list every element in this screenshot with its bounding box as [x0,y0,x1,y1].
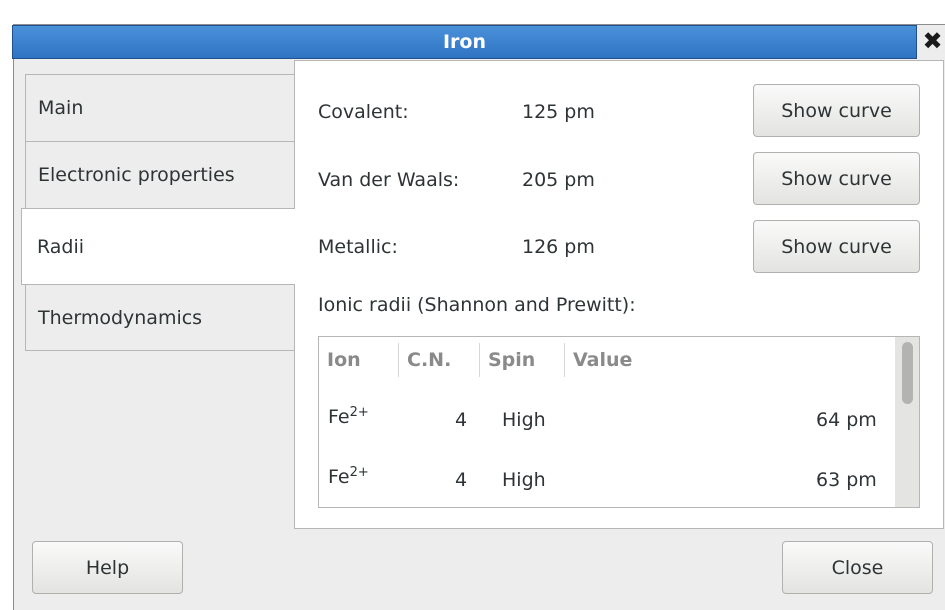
ionic-radii-label: Ionic radii (Shannon and Prewitt): [318,294,636,316]
column-header-ion[interactable]: Ion [319,337,397,383]
ion-charge: 2+ [349,405,369,420]
table-row-value: 63 pm [816,469,877,491]
window-title: Iron [442,31,487,53]
table-row-value: 64 pm [816,409,877,431]
table-row-ion: Fe2+ [328,405,369,428]
column-header-ion-label: Ion [327,349,361,371]
tab-electronic-properties[interactable]: Electronic properties [25,141,297,209]
metallic-show-curve-button[interactable]: Show curve [753,220,920,273]
tab-electronic-properties-label: Electronic properties [38,164,235,186]
vdw-show-curve-button[interactable]: Show curve [753,152,920,205]
column-header-cn[interactable]: C.N. [399,337,479,383]
column-header-value-label: Value [573,349,633,371]
covalent-label: Covalent: [318,101,409,123]
ionic-radii-table[interactable]: Ion C.N. Spin Value Fe2+ 4 High 64 pm Fe… [318,336,920,508]
help-button[interactable]: Help [32,541,183,594]
title-bar[interactable]: Iron [12,25,917,59]
table-row-spin: High [502,409,546,431]
table-row-cn: 4 [455,469,468,491]
column-header-spin-label: Spin [488,349,536,371]
covalent-show-curve-button[interactable]: Show curve [753,84,920,137]
table-row-ion: Fe2+ [328,465,369,488]
help-button-label: Help [85,556,130,579]
ion-charge: 2+ [349,465,369,480]
close-button[interactable]: Close [782,541,933,594]
tab-radii-label: Radii [37,235,85,258]
ion-symbol: Fe [328,466,350,488]
ion-symbol: Fe [328,406,350,428]
table-row-spin: High [502,469,546,491]
covalent-show-curve-label: Show curve [781,99,892,122]
metallic-value: 126 pm [522,236,595,258]
tab-main-label: Main [38,97,84,119]
metallic-show-curve-label: Show curve [781,235,892,258]
column-header-cn-label: C.N. [407,349,452,371]
vdw-value: 205 pm [522,169,595,191]
metallic-label: Metallic: [318,236,398,258]
close-window-icon[interactable]: ✖ [920,26,945,58]
tab-main[interactable]: Main [25,74,297,142]
tab-thermodynamics[interactable]: Thermodynamics [25,284,297,351]
covalent-value: 125 pm [522,101,595,123]
vdw-show-curve-label: Show curve [781,167,892,190]
vdw-label: Van der Waals: [318,169,460,191]
column-header-value[interactable]: Value [565,337,865,383]
tab-radii[interactable]: Radii [21,208,297,285]
table-scrollbar-thumb[interactable] [902,342,913,404]
tab-join [293,209,296,284]
tab-thermodynamics-label: Thermodynamics [38,306,203,329]
column-header-spin[interactable]: Spin [480,337,564,383]
table-row-cn: 4 [455,409,468,431]
close-button-label: Close [831,556,884,579]
